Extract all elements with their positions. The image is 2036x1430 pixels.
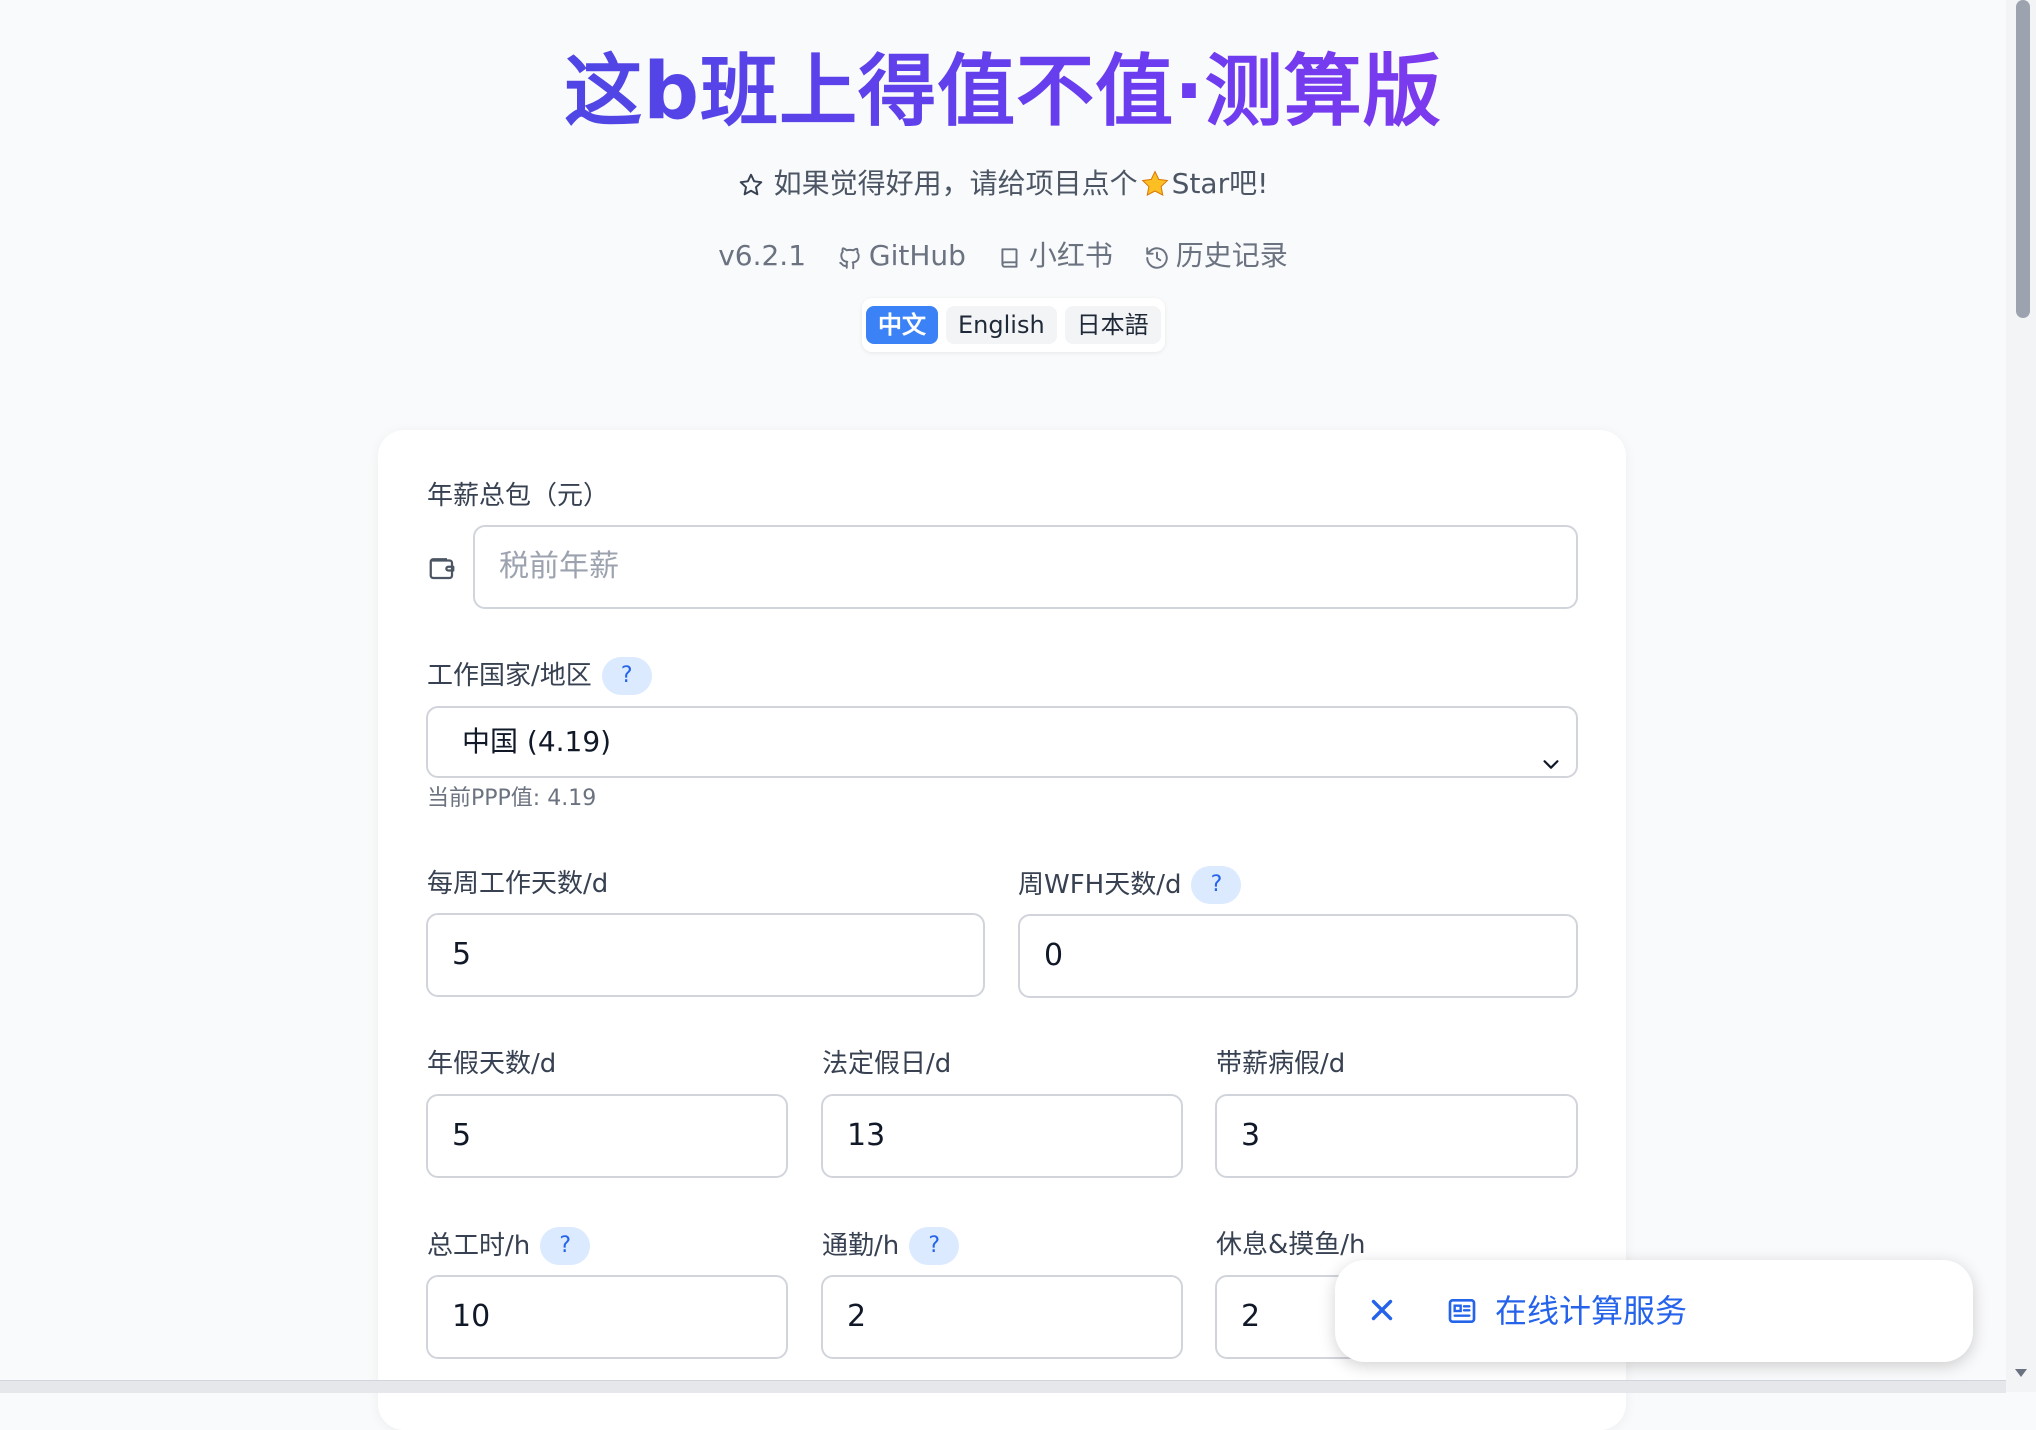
lang-ja-button[interactable]: 日本語 <box>1064 306 1161 344</box>
work-days-label: 每周工作天数/d <box>427 869 609 899</box>
paid-sick-label: 带薪病假/d <box>1216 1049 1346 1079</box>
wallet-icon <box>427 553 457 587</box>
work-days-input[interactable]: 5 <box>426 913 985 997</box>
github-link[interactable]: GitHub <box>837 236 966 276</box>
header-links: v6.2.1 GitHub 小红书 历史记录 <box>0 236 2006 276</box>
commute-help-button[interactable]: ? <box>909 1227 960 1265</box>
total-hours-help-button[interactable]: ? <box>540 1227 591 1265</box>
lang-en-button[interactable]: English <box>946 306 1057 344</box>
rest-label: 休息&摸鱼/h <box>1216 1230 1366 1260</box>
star-prompt: 如果觉得好用，请给项目点个 Star吧! <box>0 164 2006 210</box>
salary-label: 年薪总包（元） <box>427 481 610 511</box>
ppp-hint: 当前PPP值: 4.19 <box>427 786 597 811</box>
public-holidays-label: 法定假日/d <box>822 1049 952 1079</box>
country-label: 工作国家/地区 <box>427 661 592 691</box>
chevron-down-icon <box>1540 732 1562 800</box>
scrollbar[interactable] <box>2006 0 2036 1392</box>
scrollbar-thumb[interactable] <box>2016 0 2030 318</box>
online-service-toast: 在线计算服务 <box>1335 1260 1973 1362</box>
gold-star-icon <box>1140 169 1170 210</box>
scroll-down-arrow-icon[interactable] <box>2014 1363 2028 1382</box>
github-link-label: GitHub <box>868 239 966 272</box>
star-prompt-text: 如果觉得好用，请给项目点个 <box>773 167 1138 200</box>
book-icon <box>1001 248 1018 268</box>
language-switcher: 中文 English 日本語 <box>862 298 1165 352</box>
salary-input[interactable]: 税前年薪 <box>473 525 1578 609</box>
wfh-days-label: 周WFH天数/d <box>1018 870 1182 900</box>
star-suffix-text: Star吧! <box>1171 167 1269 200</box>
page-title: 这b班上得值不值·测算版 <box>564 47 1442 137</box>
xiaohongshu-link[interactable]: 小红书 <box>997 236 1113 276</box>
star-outline-icon <box>738 169 764 209</box>
total-hours-label: 总工时/h <box>427 1231 531 1261</box>
xiaohongshu-link-label: 小红书 <box>1028 239 1113 272</box>
history-link[interactable]: 历史记录 <box>1144 236 1288 276</box>
total-hours-label-row: 总工时/h ? <box>427 1227 591 1265</box>
country-help-button[interactable]: ? <box>601 657 652 695</box>
country-select[interactable]: 中国 (4.19) <box>426 706 1578 778</box>
newspaper-icon <box>1445 1295 1479 1331</box>
history-link-label: 历史记录 <box>1175 239 1288 272</box>
annual-leave-label: 年假天数/d <box>427 1049 557 1079</box>
public-holidays-input[interactable]: 13 <box>821 1094 1183 1178</box>
history-icon <box>1146 247 1168 269</box>
wfh-label-row: 周WFH天数/d ? <box>1018 866 1242 904</box>
lang-zh-button[interactable]: 中文 <box>866 306 938 344</box>
github-icon <box>839 247 860 270</box>
commute-label: 通勤/h <box>822 1231 900 1261</box>
country-selected-value: 中国 (4.19) <box>462 725 612 758</box>
paid-sick-input[interactable]: 3 <box>1215 1094 1578 1178</box>
commute-label-row: 通勤/h ? <box>822 1227 960 1265</box>
country-label-row: 工作国家/地区 ? <box>427 657 652 695</box>
total-hours-input[interactable]: 10 <box>426 1275 788 1359</box>
wfh-help-button[interactable]: ? <box>1191 866 1242 904</box>
online-service-button[interactable]: 在线计算服务 <box>1495 1290 1687 1332</box>
wfh-days-input[interactable]: 0 <box>1018 914 1578 998</box>
window-bottom-edge <box>0 1380 2006 1393</box>
version-label: v6.2.1 <box>718 239 807 272</box>
close-icon[interactable] <box>1365 1293 1399 1331</box>
commute-input[interactable]: 2 <box>821 1275 1183 1359</box>
annual-leave-input[interactable]: 5 <box>426 1094 788 1178</box>
